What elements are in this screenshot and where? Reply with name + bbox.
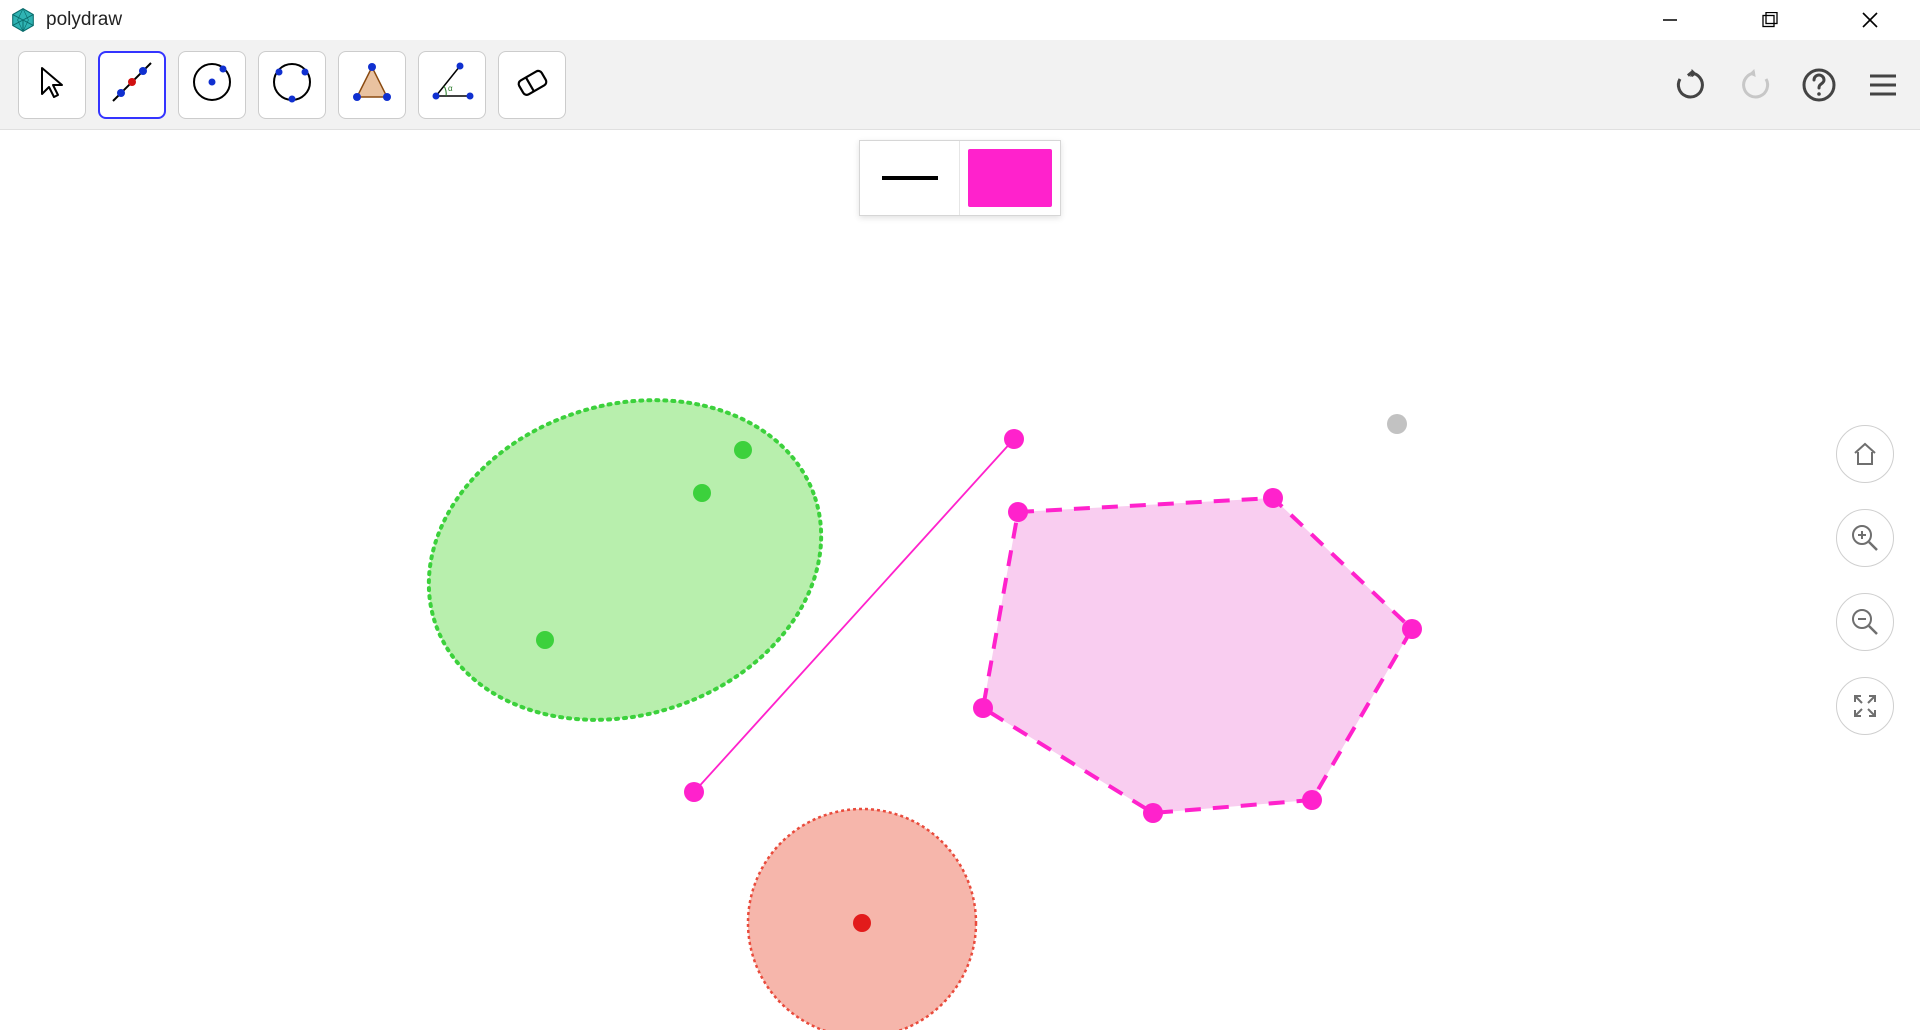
shape-pink-polygon[interactable] (973, 488, 1422, 823)
zoom-out-icon (1850, 607, 1880, 637)
toolbar-tools: α (18, 51, 566, 119)
zoom-in-button[interactable] (1836, 509, 1894, 567)
tool-circle-3points-button[interactable] (258, 51, 326, 119)
window-maximize-button[interactable] (1720, 0, 1820, 40)
polygon-vertex[interactable] (1143, 803, 1163, 823)
polygon-vertex[interactable] (1302, 790, 1322, 810)
stroke-style-button[interactable] (860, 141, 960, 215)
polygon-tool-icon (347, 57, 397, 112)
tool-eraser-button[interactable] (498, 51, 566, 119)
fullscreen-icon (1851, 692, 1879, 720)
eraser-icon (509, 59, 555, 110)
app-logo-icon (10, 7, 36, 33)
tool-circle-center-button[interactable] (178, 51, 246, 119)
toolbar-right (1672, 66, 1902, 104)
tool-select-button[interactable] (18, 51, 86, 119)
shape-red-circle[interactable] (748, 809, 976, 1030)
loose-point[interactable] (1387, 414, 1407, 434)
circle-3points-icon (267, 57, 317, 112)
drawing-canvas[interactable] (0, 130, 1920, 1030)
zoom-home-button[interactable] (1836, 425, 1894, 483)
ellipse-point[interactable] (536, 631, 554, 649)
line-endpoint[interactable] (684, 782, 704, 802)
stroke-preview-icon (882, 176, 938, 180)
cursor-icon (32, 62, 72, 107)
ellipse-point[interactable] (693, 484, 711, 502)
polygon-vertex[interactable] (1402, 619, 1422, 639)
help-button[interactable] (1800, 66, 1838, 104)
circle-center-icon (187, 57, 237, 112)
fill-swatch-icon (968, 149, 1052, 207)
redo-button[interactable] (1736, 66, 1774, 104)
titlebar-left: polydraw (10, 7, 122, 33)
menu-button[interactable] (1864, 66, 1902, 104)
fullscreen-button[interactable] (1836, 677, 1894, 735)
tool-angle-button[interactable]: α (418, 51, 486, 119)
svg-text:α: α (448, 84, 453, 93)
titlebar: polydraw (0, 0, 1920, 40)
zoom-out-button[interactable] (1836, 593, 1894, 651)
zoom-panel (1836, 425, 1894, 735)
canvas-area[interactable] (0, 130, 1920, 1030)
undo-button[interactable] (1672, 66, 1710, 104)
style-picker (859, 140, 1061, 216)
window-minimize-button[interactable] (1620, 0, 1720, 40)
window-controls (1620, 0, 1920, 40)
window-close-button[interactable] (1820, 0, 1920, 40)
polygon-vertex[interactable] (1008, 502, 1028, 522)
shape-green-ellipse[interactable] (387, 351, 863, 769)
home-icon (1851, 440, 1879, 468)
app-title: polydraw (46, 9, 122, 31)
angle-tool-icon: α (426, 56, 478, 113)
toolbar: α (0, 40, 1920, 130)
polygon-vertex[interactable] (1263, 488, 1283, 508)
ellipse-point[interactable] (734, 441, 752, 459)
line-tool-icon (107, 57, 157, 112)
tool-polygon-button[interactable] (338, 51, 406, 119)
tool-line-button[interactable] (98, 51, 166, 119)
fill-color-button[interactable] (960, 141, 1060, 215)
line-endpoint[interactable] (1004, 429, 1024, 449)
circle-center-point[interactable] (853, 914, 871, 932)
zoom-in-icon (1850, 523, 1880, 553)
polygon-vertex[interactable] (973, 698, 993, 718)
